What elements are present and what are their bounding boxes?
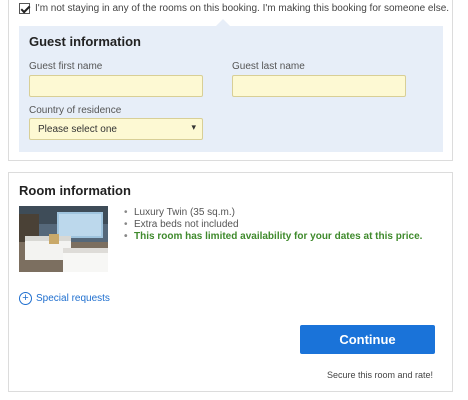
secure-room-note: Secure this room and rate! xyxy=(326,370,433,380)
country-selected-value: Please select one xyxy=(38,124,117,135)
special-requests-link[interactable]: + Special requests xyxy=(19,292,110,305)
room-type: Luxury Twin (35 sq.m.) xyxy=(122,207,422,219)
country-of-residence-label: Country of residence xyxy=(29,105,122,116)
availability-notice: This room has limited availability for y… xyxy=(122,231,422,243)
room-information-title: Room information xyxy=(19,183,131,198)
guest-last-name-label: Guest last name xyxy=(232,61,305,72)
guest-first-name-input[interactable] xyxy=(29,75,203,97)
plus-circle-icon: + xyxy=(19,292,32,305)
guest-last-name-input[interactable] xyxy=(232,75,406,97)
special-requests-label[interactable]: Special requests xyxy=(36,293,110,304)
guest-information-title: Guest information xyxy=(29,34,141,49)
continue-button[interactable]: Continue xyxy=(300,325,435,354)
guest-first-name-label: Guest first name xyxy=(29,61,103,72)
extra-beds-note: Extra beds not included xyxy=(122,219,422,231)
room-photo-image xyxy=(19,206,108,272)
room-section: Room information Luxury Twin (35 sq.m.) … xyxy=(8,172,453,392)
booking-for-other-checkbox[interactable] xyxy=(19,3,30,14)
country-of-residence-select[interactable]: Please select one ▾ xyxy=(29,118,203,140)
chevron-down-icon: ▾ xyxy=(191,122,196,132)
booking-for-other-row[interactable]: I'm not staying in any of the rooms on t… xyxy=(19,3,449,14)
guest-information-box: Guest information Guest first name Guest… xyxy=(19,26,443,152)
room-features-list: Luxury Twin (35 sq.m.) Extra beds not in… xyxy=(122,207,422,243)
booking-for-other-label[interactable]: I'm not staying in any of the rooms on t… xyxy=(35,3,449,14)
guest-section: I'm not staying in any of the rooms on t… xyxy=(8,0,453,161)
room-photo xyxy=(19,206,108,272)
